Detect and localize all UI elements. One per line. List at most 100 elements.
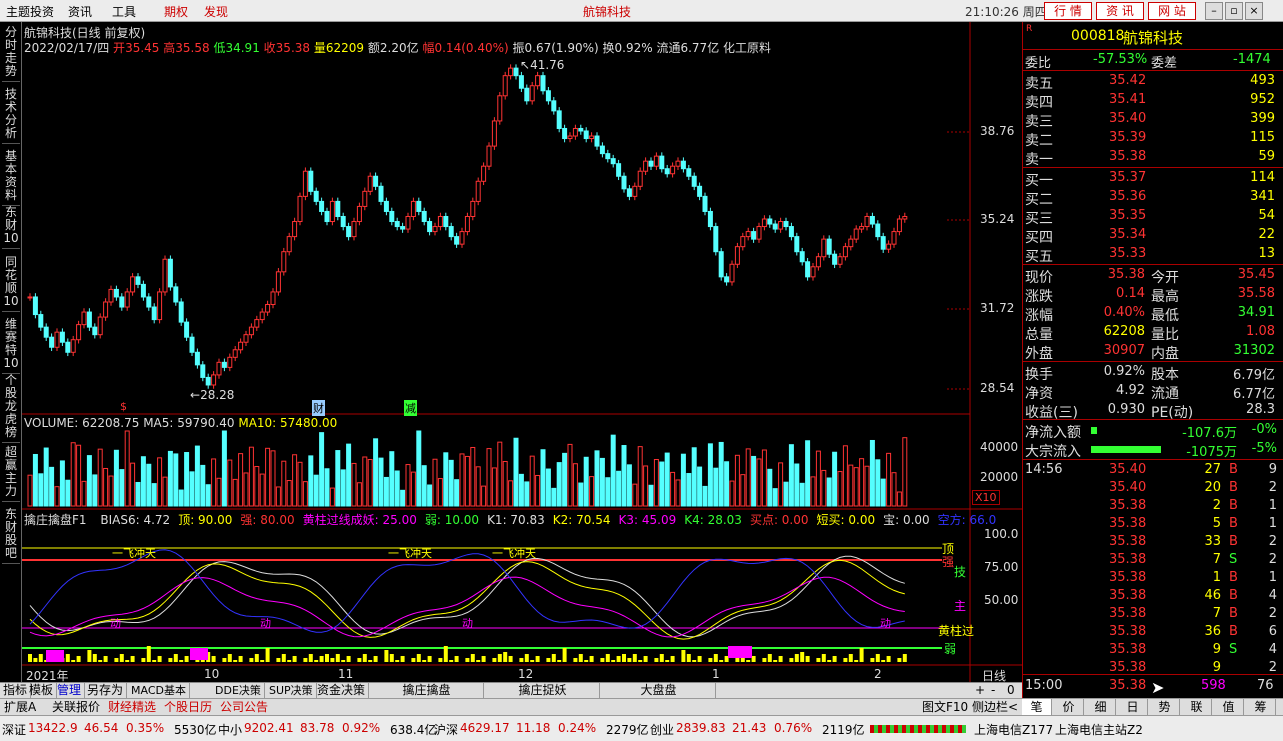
x10-button[interactable]: X10 bbox=[972, 490, 1000, 505]
tab-weisaite10[interactable]: 维赛特10 bbox=[2, 318, 20, 374]
tb-dde[interactable]: DDE决策 bbox=[212, 683, 265, 698]
tb-sup[interactable]: SUP决策 bbox=[266, 683, 317, 698]
volume-bar bbox=[146, 463, 152, 507]
ma10-label: MA10: 57480.00 bbox=[238, 416, 338, 430]
menu-item-options[interactable]: 期权 bbox=[164, 3, 188, 20]
server-1[interactable]: 上海电信Z177 bbox=[974, 721, 1053, 738]
tab-sites[interactable]: 网 站 bbox=[1148, 2, 1196, 20]
tb-expand[interactable]: 扩展A bbox=[4, 699, 36, 715]
tick-row[interactable]: 35.38 2 B 1 bbox=[1023, 497, 1281, 515]
tb-manage[interactable]: 管理 bbox=[54, 683, 86, 698]
asks-label: 卖四 bbox=[1025, 95, 1053, 111]
event-marker-reduce[interactable]: 减 bbox=[404, 400, 417, 416]
zoom-in[interactable]: + bbox=[972, 683, 988, 698]
minimize-icon[interactable]: – bbox=[1205, 2, 1223, 20]
event-marker-red[interactable]: $ bbox=[120, 400, 127, 413]
tab-dragon-tiger[interactable]: 个股龙虎榜 bbox=[2, 374, 20, 443]
tb-template[interactable]: 模板 bbox=[26, 683, 58, 698]
detail-tab[interactable]: 细 bbox=[1086, 699, 1116, 715]
tick-row[interactable]: 35.38 1 B 1 bbox=[1023, 569, 1281, 587]
tick-row[interactable]: 35.38 33 B 2 bbox=[1023, 533, 1281, 551]
tb-calendar[interactable]: 个股日历 bbox=[164, 699, 212, 715]
menu-item-discover[interactable]: 发现 bbox=[204, 3, 228, 20]
last-tick-n: 76 bbox=[1257, 678, 1274, 693]
restore-icon[interactable]: ▫ bbox=[1225, 2, 1243, 20]
tb-related[interactable]: 关联报价 bbox=[52, 699, 100, 715]
tb-save-as[interactable]: 另存为 bbox=[84, 683, 128, 698]
tick-row[interactable]: 35.38 5 B 1 bbox=[1023, 515, 1281, 533]
ind-yellow-bar bbox=[249, 658, 254, 662]
kline-chart[interactable] bbox=[22, 22, 1022, 682]
ind-yellow-bar bbox=[573, 658, 578, 662]
server-2[interactable]: 上海电信主站Z2 bbox=[1055, 721, 1143, 738]
tb-qzzy[interactable]: 擒庄捉妖 bbox=[486, 683, 600, 698]
info-extra: 振0.67(1.90%) 换0.92% 流通6.77亿 化工原料 bbox=[512, 41, 772, 55]
close-icon[interactable]: × bbox=[1245, 2, 1263, 20]
tick-row[interactable]: 35.38 9 S 4 bbox=[1023, 641, 1281, 659]
volume-bar bbox=[513, 437, 519, 507]
asks-row: 卖四 35.41 952 bbox=[1023, 91, 1281, 111]
chart-area[interactable]: 航锦科技(日线 前复权) 2022/02/17/四 开35.45 高35.58 … bbox=[22, 22, 1022, 683]
flow-row: 净流入额 -107.6万 -0% bbox=[1023, 421, 1281, 441]
menu-item-tools[interactable]: 工具 bbox=[112, 3, 136, 20]
tab-tonghuashun10[interactable]: 同花顺10 bbox=[2, 256, 20, 312]
tab-intraday[interactable]: 分时走势 bbox=[2, 26, 20, 82]
tab-news[interactable]: 资 讯 bbox=[1096, 2, 1144, 20]
event-marker-finance[interactable]: 财 bbox=[312, 400, 325, 416]
tick-price: 35.38 bbox=[1109, 534, 1147, 549]
tb-announce[interactable]: 公司公告 bbox=[220, 699, 268, 715]
info-toolbar: 扩展A 关联报价 财经精选 个股日历 公司公告 图文F10 侧边栏< 笔价细日势… bbox=[0, 698, 1283, 715]
tick-row[interactable]: 35.38 36 B 6 bbox=[1023, 623, 1281, 641]
zoom-reset[interactable]: 0 bbox=[1004, 683, 1018, 698]
index-amount: 638.4亿 bbox=[390, 723, 437, 737]
tick-row[interactable]: 35.38 46 B 4 bbox=[1023, 587, 1281, 605]
tab-super-main[interactable]: 超赢主力 bbox=[2, 446, 20, 502]
ind-value: 空方: 66.0 bbox=[937, 513, 997, 527]
tick-row[interactable]: 14:56 35.40 27 B 9 bbox=[1023, 461, 1281, 479]
zoom-out[interactable]: - bbox=[988, 683, 998, 698]
tb-finance[interactable]: 财经精选 bbox=[108, 699, 156, 715]
ind-tick-1: 100.0 bbox=[984, 527, 1019, 541]
stat-value2: 1.08 bbox=[1246, 324, 1275, 339]
volume-bar bbox=[259, 473, 265, 507]
tb-fund[interactable]: 资金决策 bbox=[314, 683, 370, 698]
tick-row[interactable]: 35.40 20 B 2 bbox=[1023, 479, 1281, 497]
candle-body bbox=[259, 311, 265, 321]
tb-sidebar[interactable]: 侧边栏< bbox=[972, 699, 1018, 715]
tb-f10[interactable]: 图文F10 bbox=[922, 699, 968, 715]
tab-dongcai10[interactable]: 东财10 bbox=[2, 206, 20, 249]
ind-yellow-bar bbox=[643, 656, 648, 662]
bids-label: 买四 bbox=[1025, 230, 1053, 246]
tb-dapan[interactable]: 大盘盘 bbox=[602, 683, 716, 698]
ind-yellow-bar bbox=[902, 654, 907, 662]
candle-body bbox=[902, 215, 908, 220]
stat-value2: 34.91 bbox=[1237, 305, 1275, 320]
detail-tab[interactable]: 联 bbox=[1182, 699, 1212, 715]
candle-body bbox=[329, 200, 335, 223]
volume-bar bbox=[297, 461, 303, 507]
tab-quotes[interactable]: 行 情 bbox=[1044, 2, 1092, 20]
detail-tab[interactable]: 笔 bbox=[1022, 699, 1052, 715]
volume-bar bbox=[497, 441, 503, 507]
tick-row[interactable]: 35.38 7 S 2 bbox=[1023, 551, 1281, 569]
tab-guba[interactable]: 东财股吧 bbox=[2, 508, 20, 564]
volume-bar bbox=[49, 466, 55, 507]
tb-qzqp[interactable]: 擒庄擒盘 bbox=[370, 683, 484, 698]
tick-row[interactable]: 35.38 7 B 2 bbox=[1023, 605, 1281, 623]
detail-tab[interactable]: 势 bbox=[1150, 699, 1180, 715]
tb-macd[interactable]: MACD基本 bbox=[128, 683, 190, 698]
tab-fundamentals[interactable]: 基本资料 bbox=[2, 150, 20, 206]
volume-bar bbox=[405, 464, 411, 507]
detail-tab[interactable]: 日 bbox=[1118, 699, 1148, 715]
ind-title[interactable]: 擒庄擒盘F1 bbox=[24, 513, 87, 527]
detail-tab[interactable]: 筹 bbox=[1246, 699, 1276, 715]
index-pct: 0.92% bbox=[342, 721, 381, 735]
detail-tab[interactable]: 价 bbox=[1054, 699, 1084, 715]
candle-body bbox=[821, 238, 827, 258]
tab-technical[interactable]: 技术分析 bbox=[2, 88, 20, 144]
menu-item-news[interactable]: 资讯 bbox=[68, 3, 92, 20]
detail-tab[interactable]: 值 bbox=[1214, 699, 1244, 715]
ind-yellow-bar bbox=[427, 656, 432, 662]
candle-body bbox=[670, 165, 676, 175]
menu-item-theme[interactable]: 主题投资 bbox=[6, 3, 54, 20]
